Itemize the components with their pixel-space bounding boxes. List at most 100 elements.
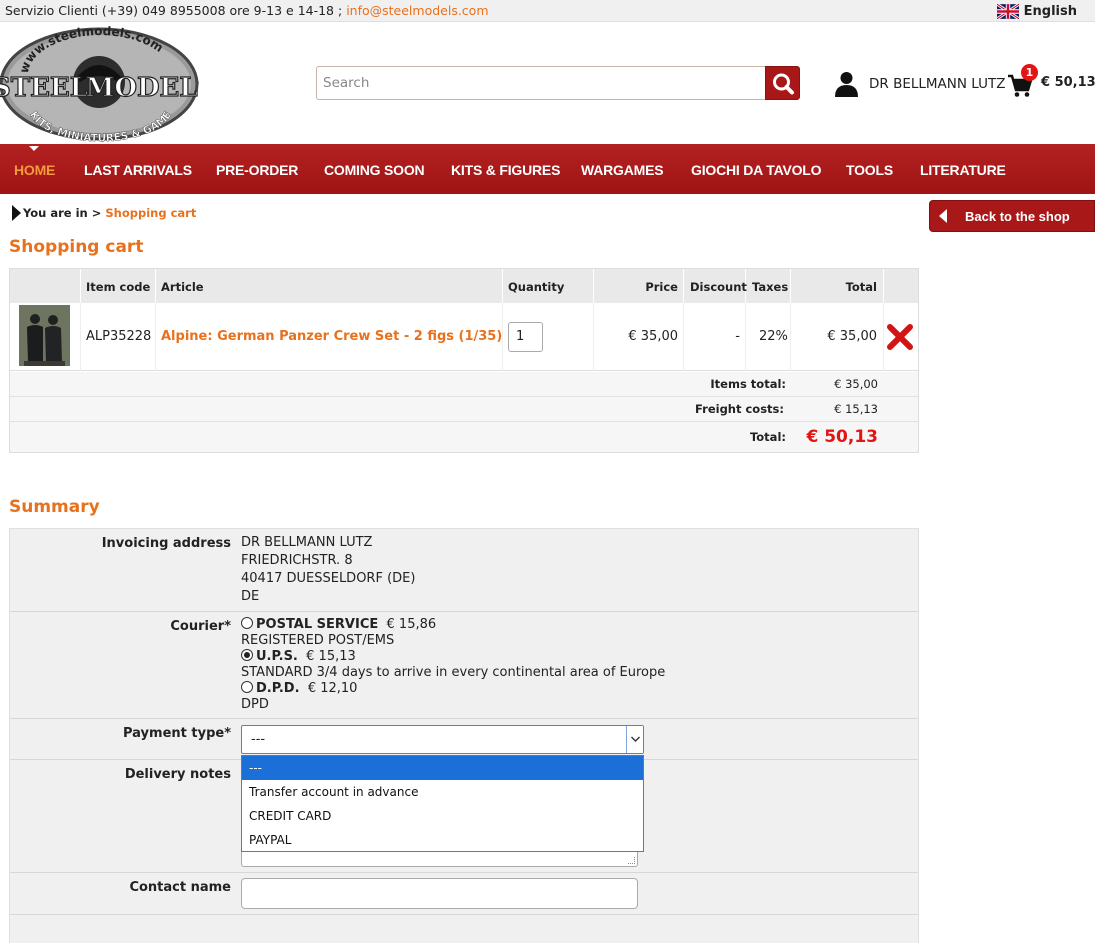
steel-models-logo-icon: STEEL MODELS www.steelmodels.com KITS, M… (0, 13, 217, 145)
payment-type-value: --- (251, 732, 266, 747)
cart-count-badge: 1 (1021, 64, 1038, 81)
summary-title: Summary (9, 497, 100, 517)
payment-type-label: Payment type* (123, 726, 231, 741)
courier-price: € 15,86 (386, 617, 437, 632)
header-discount: Discount (690, 280, 747, 294)
items-total-label: Items total: (710, 377, 786, 391)
cart-total: € 50,13 (1041, 75, 1095, 90)
header-item-code: Item code (86, 280, 151, 294)
back-to-shop-button[interactable]: Back to the shop (929, 200, 1095, 232)
contact-text: Servizio Clienti (+39) 049 8955008 ore 9… (5, 3, 343, 18)
nav-kits-figures[interactable]: KITS & FIGURES (451, 144, 560, 194)
cart-table-header: Item code Article Quantity Price Discoun… (10, 269, 918, 303)
nav-tools[interactable]: TOOLS (846, 144, 893, 194)
delivery-notes-label: Delivery notes (124, 767, 231, 782)
item-total: € 35,00 (827, 329, 877, 344)
nav-home[interactable]: HOME (14, 144, 55, 194)
top-bar: Servizio Clienti (+39) 049 8955008 ore 9… (0, 0, 1095, 22)
payment-option[interactable]: --- (242, 756, 643, 780)
back-to-shop-label: Back to the shop (965, 208, 1070, 224)
address-line: DR BELLMANN LUTZ (241, 535, 373, 550)
cart-title: Shopping cart (9, 237, 144, 257)
breadcrumb: You are in > Shopping cart (12, 205, 196, 221)
grand-total-row: Total: € 50,13 (10, 422, 918, 452)
user-account[interactable]: DR BELLMANN LUTZ (835, 71, 1006, 97)
item-code: ALP35228 (86, 329, 152, 344)
payment-option[interactable]: PAYPAL (242, 828, 643, 852)
courier-name: D.P.D. (256, 681, 300, 696)
table-row: ALP35228 Alpine: German Panzer Crew Set … (10, 303, 918, 371)
invoicing-address-label: Invoicing address (101, 536, 231, 551)
cart-table: Item code Article Quantity Price Discoun… (9, 268, 919, 453)
items-total-value: € 35,00 (834, 377, 878, 391)
header-total: Total (845, 280, 877, 294)
language-label: English (1023, 3, 1077, 19)
courier-label: Courier* (170, 619, 231, 634)
search-button[interactable] (765, 66, 800, 100)
main-nav: HOME LAST ARRIVALS PRE-ORDER COMING SOON… (0, 144, 1095, 194)
nav-wargames[interactable]: WARGAMES (581, 144, 664, 194)
courier-name: POSTAL SERVICE (256, 617, 379, 632)
items-total-row: Items total: € 35,00 (10, 372, 918, 397)
address-line: 40417 DUESSELDORF (DE) (241, 571, 416, 586)
courier-options: POSTAL SERVICE € 15,86 REGISTERED POST/E… (241, 617, 665, 713)
radio-ups[interactable] (241, 649, 253, 661)
courier-desc: STANDARD 3/4 days to arrive in every con… (241, 665, 666, 680)
search-icon (773, 73, 794, 95)
nav-last-arrivals[interactable]: LAST ARRIVALS (84, 144, 192, 194)
search-input[interactable] (316, 66, 766, 100)
contact-name-label: Contact name (129, 880, 231, 895)
user-name: DR BELLMANN LUTZ (869, 76, 1006, 92)
logo-text-steel: STEEL (0, 73, 88, 103)
radio-postal-service[interactable] (241, 617, 253, 629)
customer-service-info: Servizio Clienti (+39) 049 8955008 ore 9… (5, 3, 489, 18)
resize-grip-icon[interactable] (628, 857, 635, 864)
courier-price: € 15,13 (306, 649, 356, 664)
user-icon (835, 72, 858, 97)
back-arrow-icon (939, 209, 947, 223)
courier-name: U.P.S. (256, 649, 298, 664)
freight-costs-value: € 15,13 (834, 402, 878, 416)
nav-coming-soon[interactable]: COMING SOON (324, 144, 425, 194)
chevron-down-icon (631, 736, 640, 742)
quantity-input[interactable]: 1 (508, 322, 543, 352)
address-line: FRIEDRICHSTR. 8 (241, 553, 353, 568)
payment-option[interactable]: CREDIT CARD (242, 804, 643, 828)
address-line: DE (241, 589, 260, 604)
product-thumbnail[interactable] (19, 305, 70, 366)
courier-option-postal[interactable]: POSTAL SERVICE € 15,86 (241, 617, 665, 633)
grand-total-value: € 50,13 (806, 427, 878, 447)
item-discount: - (735, 329, 740, 344)
nav-literature[interactable]: LITERATURE (920, 144, 1006, 194)
courier-price: € 12,10 (307, 681, 358, 696)
email-link[interactable]: info@steelmodels.com (346, 3, 488, 18)
payment-type-dropdown: --- Transfer account in advance CREDIT C… (241, 755, 644, 852)
dropdown-chevron[interactable] (626, 726, 643, 753)
site-logo[interactable]: STEEL MODELS www.steelmodels.com KITS, M… (0, 13, 217, 145)
summary-panel: Invoicing address DR BELLMANN LUTZ FRIED… (9, 528, 919, 943)
nav-pre-order[interactable]: PRE-ORDER (216, 144, 298, 194)
breadcrumb-current[interactable]: Shopping cart (105, 206, 196, 220)
header-taxes: Taxes (752, 280, 789, 294)
item-price: € 35,00 (628, 329, 678, 344)
payment-option[interactable]: Transfer account in advance (242, 780, 643, 804)
header-price: Price (645, 280, 678, 294)
cart-widget[interactable]: 1 € 50,13 (1007, 64, 1095, 98)
courier-desc: DPD (241, 697, 269, 712)
courier-option-ups[interactable]: U.P.S. € 15,13 (241, 649, 665, 665)
courier-option-dpd[interactable]: D.P.D. € 12,10 (241, 681, 665, 697)
contact-name-input[interactable] (241, 878, 638, 909)
nav-giochi-da-tavolo[interactable]: GIOCHI DA TAVOLO (691, 144, 822, 194)
language-selector[interactable]: English (996, 1, 1077, 21)
uk-flag-icon (996, 3, 1019, 19)
courier-desc: REGISTERED POST/EMS (241, 633, 395, 648)
item-taxes: 22% (759, 329, 788, 344)
remove-item-icon[interactable] (886, 323, 914, 351)
breadcrumb-prefix: You are in (23, 206, 88, 220)
header-quantity: Quantity (508, 280, 565, 294)
article-link[interactable]: Alpine: German Panzer Crew Set - 2 figs … (161, 303, 502, 371)
invoicing-address: DR BELLMANN LUTZ FRIEDRICHSTR. 8 40417 D… (241, 534, 415, 606)
radio-dpd[interactable] (241, 681, 253, 693)
payment-type-select[interactable]: --- (241, 725, 644, 754)
grand-total-label: Total: (749, 430, 786, 444)
